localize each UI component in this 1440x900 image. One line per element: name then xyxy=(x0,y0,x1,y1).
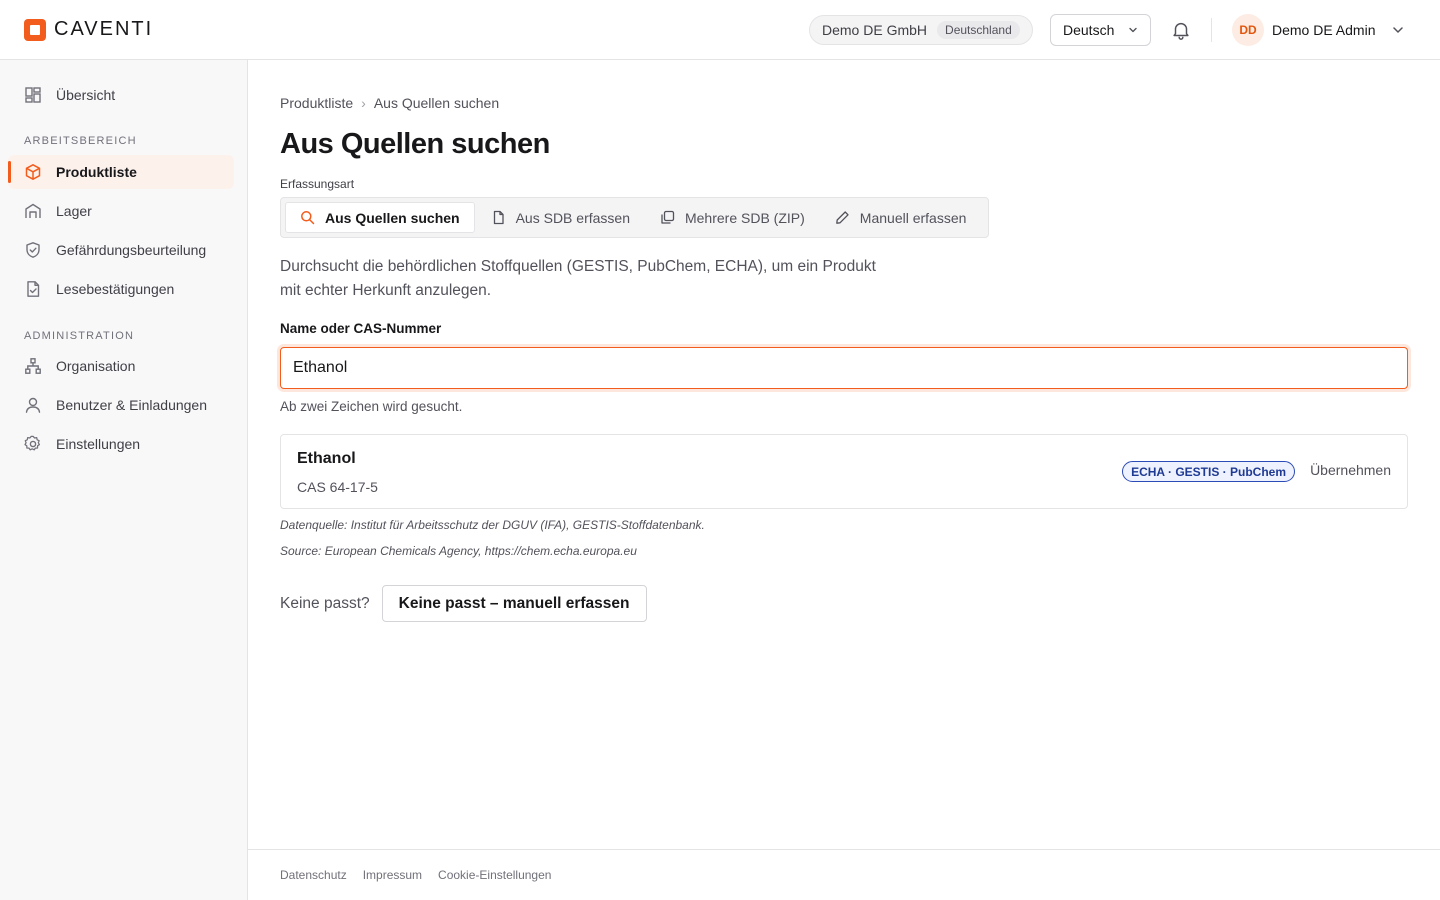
capture-mode-tabs: Aus Quellen suchen Aus SDB erfassen Mehr… xyxy=(280,197,989,238)
search-description: Durchsucht die behördlichen Stoffquellen… xyxy=(280,258,876,299)
chevron-down-icon xyxy=(1129,27,1137,33)
warehouse-icon xyxy=(25,203,41,218)
tab-multiple-sds-zip[interactable]: Mehrere SDB (ZIP) xyxy=(646,202,819,233)
user-name: Demo DE Admin xyxy=(1272,22,1376,38)
dashboard-icon xyxy=(25,87,41,103)
bell-icon[interactable] xyxy=(1170,19,1192,41)
sidebar-item-gefaehrdungsbeurteilung[interactable]: Gefährdungsbeurteilung xyxy=(8,233,234,267)
sidebar-item-produktliste[interactable]: Produktliste xyxy=(8,155,234,189)
result-substance-name: Ethanol xyxy=(297,450,356,467)
sidebar-item-organisation[interactable]: Organisation xyxy=(8,349,234,383)
source-attribution-gestis: Datenquelle: Institut für Arbeitsschutz … xyxy=(280,518,705,532)
chevron-down-icon xyxy=(1393,27,1404,33)
tab-label: Aus Quellen suchen xyxy=(325,209,460,226)
brand-name: CAVENTI xyxy=(54,18,154,40)
sidebar-section-work: ARBEITSBEREICH xyxy=(24,135,137,147)
logo-mark-icon xyxy=(24,18,46,41)
sidebar-item-lager[interactable]: Lager xyxy=(8,194,234,228)
pencil-icon xyxy=(835,211,849,224)
file-check-icon xyxy=(27,281,40,297)
result-cas-number: CAS 64-17-5 xyxy=(297,479,378,495)
search-field-label: Name oder CAS-Nummer xyxy=(280,321,442,336)
org-country-badge: Deutschland xyxy=(937,21,1020,39)
footer-link-privacy[interactable]: Datenschutz xyxy=(280,868,347,882)
language-select[interactable]: Deutsch xyxy=(1050,14,1151,46)
tab-label: Mehrere SDB (ZIP) xyxy=(684,209,805,226)
footer-link-cookie-settings[interactable]: Cookie-Einstellungen xyxy=(438,868,551,882)
source-attribution-echa: Source: European Chemicals Agency, https… xyxy=(280,544,637,558)
main-content: Produktliste › Aus Quellen suchen Aus Qu… xyxy=(248,60,1440,900)
sidebar-item-label: Lager xyxy=(56,203,92,219)
user-menu[interactable]: DD Demo DE Admin xyxy=(1232,14,1405,46)
search-result-item[interactable]: Ethanol CAS 64-17-5 ECHA · GESTIS · PubC… xyxy=(280,434,1408,509)
sidebar-item-benutzer[interactable]: Benutzer & Einladungen xyxy=(8,388,234,422)
breadcrumb-parent-link[interactable]: Produktliste xyxy=(280,95,353,111)
sidebar-item-label: Organisation xyxy=(56,358,136,374)
copy-icon xyxy=(661,210,675,224)
tab-search-sources[interactable]: Aus Quellen suchen xyxy=(285,202,475,233)
result-sources-badge: ECHA · GESTIS · PubChem xyxy=(1122,461,1295,482)
breadcrumb-current: Aus Quellen suchen xyxy=(373,95,500,111)
sidebar-item-label: Lesebestätigungen xyxy=(56,281,175,297)
organization-switcher[interactable]: Demo DE GmbH Deutschland xyxy=(809,15,1033,45)
sidebar-item-overview[interactable]: Übersicht xyxy=(8,78,234,112)
breadcrumb-separator-icon: › xyxy=(361,95,366,111)
shield-check-icon xyxy=(26,242,40,258)
cube-icon xyxy=(25,164,41,180)
brand-logo[interactable]: CAVENTI xyxy=(24,18,153,41)
top-bar: CAVENTI Demo DE GmbH Deutschland Deutsch… xyxy=(0,0,1440,60)
tab-label: Manuell erfassen xyxy=(859,209,967,226)
sidebar: Übersicht ARBEITSBEREICH Produktliste La… xyxy=(0,60,248,900)
no-match-row: Keine passt? Keine passt – manuell erfas… xyxy=(280,585,647,622)
search-icon xyxy=(301,211,315,225)
gear-icon xyxy=(24,435,41,451)
no-match-text: Keine passt? xyxy=(280,594,370,612)
manual-entry-button[interactable]: Keine passt – manuell erfassen xyxy=(381,585,647,622)
document-icon xyxy=(493,210,504,225)
adopt-button[interactable]: Übernehmen xyxy=(1310,462,1391,478)
search-hint: Ab zwei Zeichen wird gesucht. xyxy=(280,399,463,414)
user-icon xyxy=(25,397,41,413)
header-divider xyxy=(1211,18,1212,42)
org-chart-icon xyxy=(25,358,41,374)
search-input[interactable] xyxy=(280,347,1408,389)
page-title: Aus Quellen suchen xyxy=(280,128,550,160)
footer-link-imprint[interactable]: Impressum xyxy=(363,868,422,882)
sidebar-item-label: Gefährdungsbeurteilung xyxy=(56,242,207,258)
sidebar-item-label: Benutzer & Einladungen xyxy=(56,397,207,413)
sidebar-item-label: Übersicht xyxy=(56,87,116,103)
sidebar-item-label: Einstellungen xyxy=(56,436,141,452)
footer: Datenschutz Impressum Cookie-Einstellung… xyxy=(248,849,1440,900)
tab-label: Aus SDB erfassen xyxy=(515,209,630,226)
sidebar-item-lesebestaetigungen[interactable]: Lesebestätigungen xyxy=(8,272,234,306)
sidebar-section-admin: ADMINISTRATION xyxy=(24,330,135,342)
tab-manual[interactable]: Manuell erfassen xyxy=(821,202,981,233)
breadcrumb: Produktliste › Aus Quellen suchen xyxy=(280,95,499,111)
language-value: Deutsch xyxy=(1063,22,1115,38)
sidebar-item-label: Produktliste xyxy=(56,164,137,180)
org-name: Demo DE GmbH xyxy=(822,22,928,38)
sidebar-item-einstellungen[interactable]: Einstellungen xyxy=(8,427,234,461)
tab-from-sds[interactable]: Aus SDB erfassen xyxy=(477,202,644,233)
capture-mode-label: Erfassungsart xyxy=(280,177,355,191)
avatar: DD xyxy=(1232,14,1264,46)
